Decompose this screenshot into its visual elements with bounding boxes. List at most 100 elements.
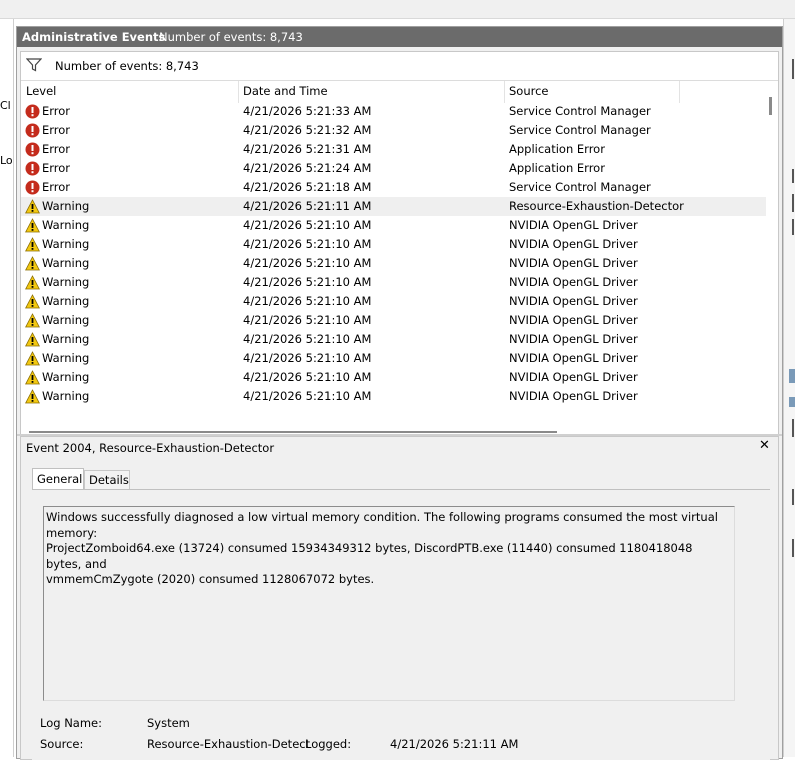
- event-datetime: 4/21/2026 5:21:10 AM: [243, 218, 372, 232]
- log-name-value: System: [147, 716, 190, 730]
- event-row[interactable]: Warning 4/21/2026 5:21:10 AM NVIDIA OpenGL…: [21, 387, 766, 406]
- event-source: NVIDIA OpenGL Driver: [509, 275, 638, 289]
- warning-icon: [25, 370, 40, 385]
- event-rows: Error 4/21/2026 5:21:33 AM Service Control…: [21, 102, 766, 432]
- event-source: NVIDIA OpenGL Driver: [509, 294, 638, 308]
- view-title: Administrative Events: [22, 30, 166, 44]
- col-header-datetime[interactable]: Date and Time: [243, 84, 328, 104]
- event-datetime: 4/21/2026 5:21:10 AM: [243, 313, 372, 327]
- event-row[interactable]: Warning 4/21/2026 5:21:10 AM NVIDIA OpenGL…: [21, 311, 766, 330]
- event-datetime: 4/21/2026 5:21:10 AM: [243, 389, 372, 403]
- event-source: Service Control Manager: [509, 180, 651, 194]
- event-datetime: 4/21/2026 5:21:31 AM: [243, 142, 372, 156]
- warning-icon: [25, 237, 40, 252]
- filter-count: Number of events: 8,743: [55, 59, 199, 73]
- event-row[interactable]: Error 4/21/2026 5:21:24 AM Application Err…: [21, 159, 766, 178]
- top-strip: [0, 0, 795, 19]
- event-row[interactable]: Error 4/21/2026 5:21:32 AM Service Control…: [21, 121, 766, 140]
- left-fragment-1: Cl: [0, 99, 11, 112]
- event-level: Warning: [42, 351, 90, 365]
- left-fragment-2: Lo: [0, 154, 13, 167]
- event-row[interactable]: Error 4/21/2026 5:21:31 AM Application Err…: [21, 140, 766, 159]
- event-source: Application Error: [509, 142, 605, 156]
- event-level: Warning: [42, 313, 90, 327]
- event-datetime: 4/21/2026 5:21:10 AM: [243, 370, 372, 384]
- error-icon: [25, 161, 40, 176]
- event-source: NVIDIA OpenGL Driver: [509, 218, 638, 232]
- event-level: Warning: [42, 370, 90, 384]
- event-row[interactable]: Warning 4/21/2026 5:21:10 AM NVIDIA OpenGL…: [21, 349, 766, 368]
- warning-icon: [25, 218, 40, 233]
- event-level: Warning: [42, 199, 90, 213]
- tab-general-label: General: [37, 472, 83, 486]
- warning-icon: [25, 294, 40, 309]
- filter-bar: Number of events: 8,743: [21, 52, 778, 81]
- column-header: Level Date and Time Source: [21, 81, 766, 104]
- event-level: Error: [42, 180, 71, 194]
- event-source: NVIDIA OpenGL Driver: [509, 370, 638, 384]
- event-source: NVIDIA OpenGL Driver: [509, 332, 638, 346]
- event-level: Error: [42, 142, 71, 156]
- event-detail-pane: Event 2004, Resource-Exhaustion-Detector…: [20, 436, 779, 760]
- right-pane-fragment: [783, 19, 795, 757]
- vertical-scroll-thumb[interactable]: [769, 97, 772, 115]
- col-header-level[interactable]: Level: [26, 84, 56, 104]
- event-datetime: 4/21/2026 5:21:10 AM: [243, 294, 372, 308]
- event-message-box[interactable]: Windows successfully diagnosed a low vir…: [43, 506, 735, 701]
- event-row[interactable]: Error 4/21/2026 5:21:33 AM Service Control…: [21, 102, 766, 121]
- tab-details[interactable]: Details: [84, 470, 130, 490]
- left-pane-fragment: Cl Lo: [0, 19, 14, 757]
- source-value: Resource-Exhaustion-Detect: [147, 737, 311, 751]
- col-header-source[interactable]: Source: [509, 84, 549, 104]
- warning-icon: [25, 256, 40, 271]
- event-datetime: 4/21/2026 5:21:10 AM: [243, 237, 372, 251]
- event-row[interactable]: Warning 4/21/2026 5:21:10 AM NVIDIA OpenGL…: [21, 292, 766, 311]
- event-level: Error: [42, 104, 71, 118]
- horizontal-scroll-thumb[interactable]: [29, 431, 557, 433]
- warning-icon: [25, 199, 40, 214]
- event-row[interactable]: Warning 4/21/2026 5:21:10 AM NVIDIA OpenGL…: [21, 330, 766, 349]
- source-label: Source:: [40, 737, 84, 751]
- event-datetime: 4/21/2026 5:21:11 AM: [243, 199, 372, 213]
- event-source: NVIDIA OpenGL Driver: [509, 256, 638, 270]
- event-datetime: 4/21/2026 5:21:32 AM: [243, 123, 372, 137]
- warning-icon: [25, 275, 40, 290]
- event-row[interactable]: Warning 4/21/2026 5:21:10 AM NVIDIA OpenGL…: [21, 368, 766, 387]
- event-source: NVIDIA OpenGL Driver: [509, 351, 638, 365]
- event-source: NVIDIA OpenGL Driver: [509, 313, 638, 327]
- event-source: NVIDIA OpenGL Driver: [509, 237, 638, 251]
- event-datetime: 4/21/2026 5:21:10 AM: [243, 351, 372, 365]
- event-level: Error: [42, 123, 71, 137]
- event-row[interactable]: Warning 4/21/2026 5:21:10 AM NVIDIA OpenGL…: [21, 216, 766, 235]
- tab-general[interactable]: General: [32, 468, 84, 490]
- error-icon: [25, 104, 40, 119]
- error-icon: [25, 142, 40, 157]
- event-list: Number of events: 8,743 Level Date and T…: [20, 51, 779, 440]
- vertical-scrollbar[interactable]: [766, 81, 778, 415]
- event-message: Windows successfully diagnosed a low vir…: [46, 510, 718, 586]
- event-row[interactable]: Error 4/21/2026 5:21:18 AM Service Control…: [21, 178, 766, 197]
- log-name-label: Log Name:: [40, 716, 102, 730]
- event-level: Warning: [42, 218, 90, 232]
- logged-label: Logged:: [305, 737, 352, 751]
- event-source: Application Error: [509, 161, 605, 175]
- event-level: Warning: [42, 389, 90, 403]
- view-title-bar: Administrative Events Number of events: …: [17, 27, 782, 47]
- event-row[interactable]: Warning 4/21/2026 5:21:10 AM NVIDIA OpenGL…: [21, 235, 766, 254]
- event-datetime: 4/21/2026 5:21:18 AM: [243, 180, 372, 194]
- event-datetime: 4/21/2026 5:21:10 AM: [243, 332, 372, 346]
- warning-icon: [25, 389, 40, 404]
- event-level: Warning: [42, 256, 90, 270]
- warning-icon: [25, 313, 40, 328]
- event-row[interactable]: Warning 4/21/2026 5:21:10 AM NVIDIA OpenGL…: [21, 254, 766, 273]
- event-datetime: 4/21/2026 5:21:10 AM: [243, 256, 372, 270]
- general-tab-panel: Windows successfully diagnosed a low vir…: [32, 489, 770, 760]
- event-row[interactable]: Warning 4/21/2026 5:21:11 AM Resource-Exha…: [21, 197, 766, 216]
- event-viewer-panel: Administrative Events Number of events: …: [16, 26, 783, 760]
- warning-icon: [25, 351, 40, 366]
- filter-funnel-icon[interactable]: [26, 58, 42, 72]
- event-row[interactable]: Warning 4/21/2026 5:21:10 AM NVIDIA OpenGL…: [21, 273, 766, 292]
- error-icon: [25, 180, 40, 195]
- event-level: Error: [42, 161, 71, 175]
- close-icon[interactable]: ✕: [759, 438, 770, 453]
